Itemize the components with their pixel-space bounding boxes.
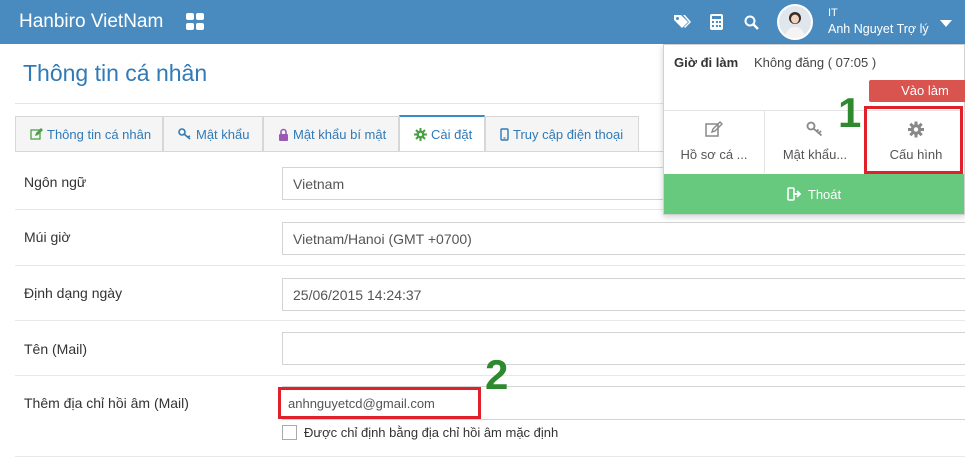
- calculator-icon[interactable]: [706, 12, 726, 32]
- tab-label: Truy cập điện thoại: [513, 126, 624, 142]
- check-in-button[interactable]: Vào làm: [869, 80, 965, 102]
- tab-personal-info[interactable]: Thông tin cá nhân: [15, 116, 163, 151]
- gear-icon: [414, 127, 427, 141]
- settings-highlight-box: [864, 106, 963, 174]
- edit-icon: [705, 121, 723, 137]
- form-row-timezone: Múi giờ Vietnam/Hanoi (GMT +0700): [15, 210, 965, 266]
- tab-settings[interactable]: Cài đặt: [399, 115, 485, 151]
- logout-label: Thoát: [807, 186, 842, 202]
- default-reply-checkbox[interactable]: [282, 425, 297, 440]
- date-format-label: Định dạng ngày: [24, 285, 123, 301]
- mobile-icon: [500, 127, 509, 141]
- key-icon: [178, 128, 191, 140]
- reply-address-label: Thêm địa chỉ hồi âm (Mail): [24, 395, 189, 411]
- mail-name-label: Tên (Mail): [24, 341, 88, 357]
- annotation-marker-2: 2: [485, 351, 509, 398]
- chevron-down-icon[interactable]: [940, 20, 952, 27]
- timezone-select[interactable]: Vietnam/Hanoi (GMT +0700): [282, 222, 965, 255]
- key-icon: [806, 121, 823, 137]
- profile-menu-item[interactable]: Hồ sơ cá ...: [664, 111, 764, 173]
- tag-icon[interactable]: [672, 12, 692, 32]
- page-title: Thông tin cá nhân: [23, 60, 208, 86]
- top-bar: Hanbiro VietNam IT Anh Nguyet Trợ lý: [0, 0, 965, 44]
- tab-secret-password[interactable]: Mật khẩu bí mật: [263, 116, 399, 151]
- logout-button[interactable]: Thoát: [664, 174, 964, 214]
- search-icon[interactable]: [741, 12, 761, 32]
- lock-icon: [279, 128, 288, 141]
- tab-label: Cài đặt: [431, 126, 473, 142]
- password-menu-label: Mật khẩu...: [782, 147, 848, 162]
- apps-grid-icon[interactable]: [186, 13, 206, 31]
- default-reply-checkbox-label[interactable]: Được chỉ định bằng địa chỉ hồi âm mặc đị…: [304, 425, 558, 440]
- mail-name-input[interactable]: [282, 332, 965, 365]
- reply-address-input[interactable]: anhnguyetcd@gmail.com: [278, 387, 481, 419]
- user-department: IT: [828, 7, 838, 19]
- tab-phone-access[interactable]: Truy cập điện thoại: [485, 116, 639, 151]
- tab-label: Mật khẩu bí mật: [293, 126, 387, 142]
- work-time-label: Giờ đi làm: [674, 55, 739, 70]
- date-format-select[interactable]: 25/06/2015 14:24:37: [282, 278, 965, 311]
- work-time-status: Không đăng ( 07:05 ): [754, 55, 877, 70]
- edit-icon: [30, 127, 43, 140]
- form-row-date-format: Định dạng ngày 25/06/2015 14:24:37: [15, 266, 965, 321]
- brand-name[interactable]: Hanbiro VietNam: [19, 11, 163, 33]
- timezone-label: Múi giờ: [24, 229, 71, 245]
- tab-label: Thông tin cá nhân: [47, 126, 152, 142]
- tab-label: Mật khẩu: [196, 126, 250, 142]
- annotation-marker-1: 1: [838, 89, 862, 136]
- language-label: Ngôn ngữ: [24, 174, 87, 190]
- user-name[interactable]: Anh Nguyet Trợ lý: [828, 22, 929, 36]
- tab-password[interactable]: Mật khẩu: [163, 116, 263, 151]
- sign-out-icon: [787, 187, 802, 201]
- profile-menu-label: Hồ sơ cá ...: [680, 147, 748, 162]
- avatar[interactable]: [777, 4, 813, 40]
